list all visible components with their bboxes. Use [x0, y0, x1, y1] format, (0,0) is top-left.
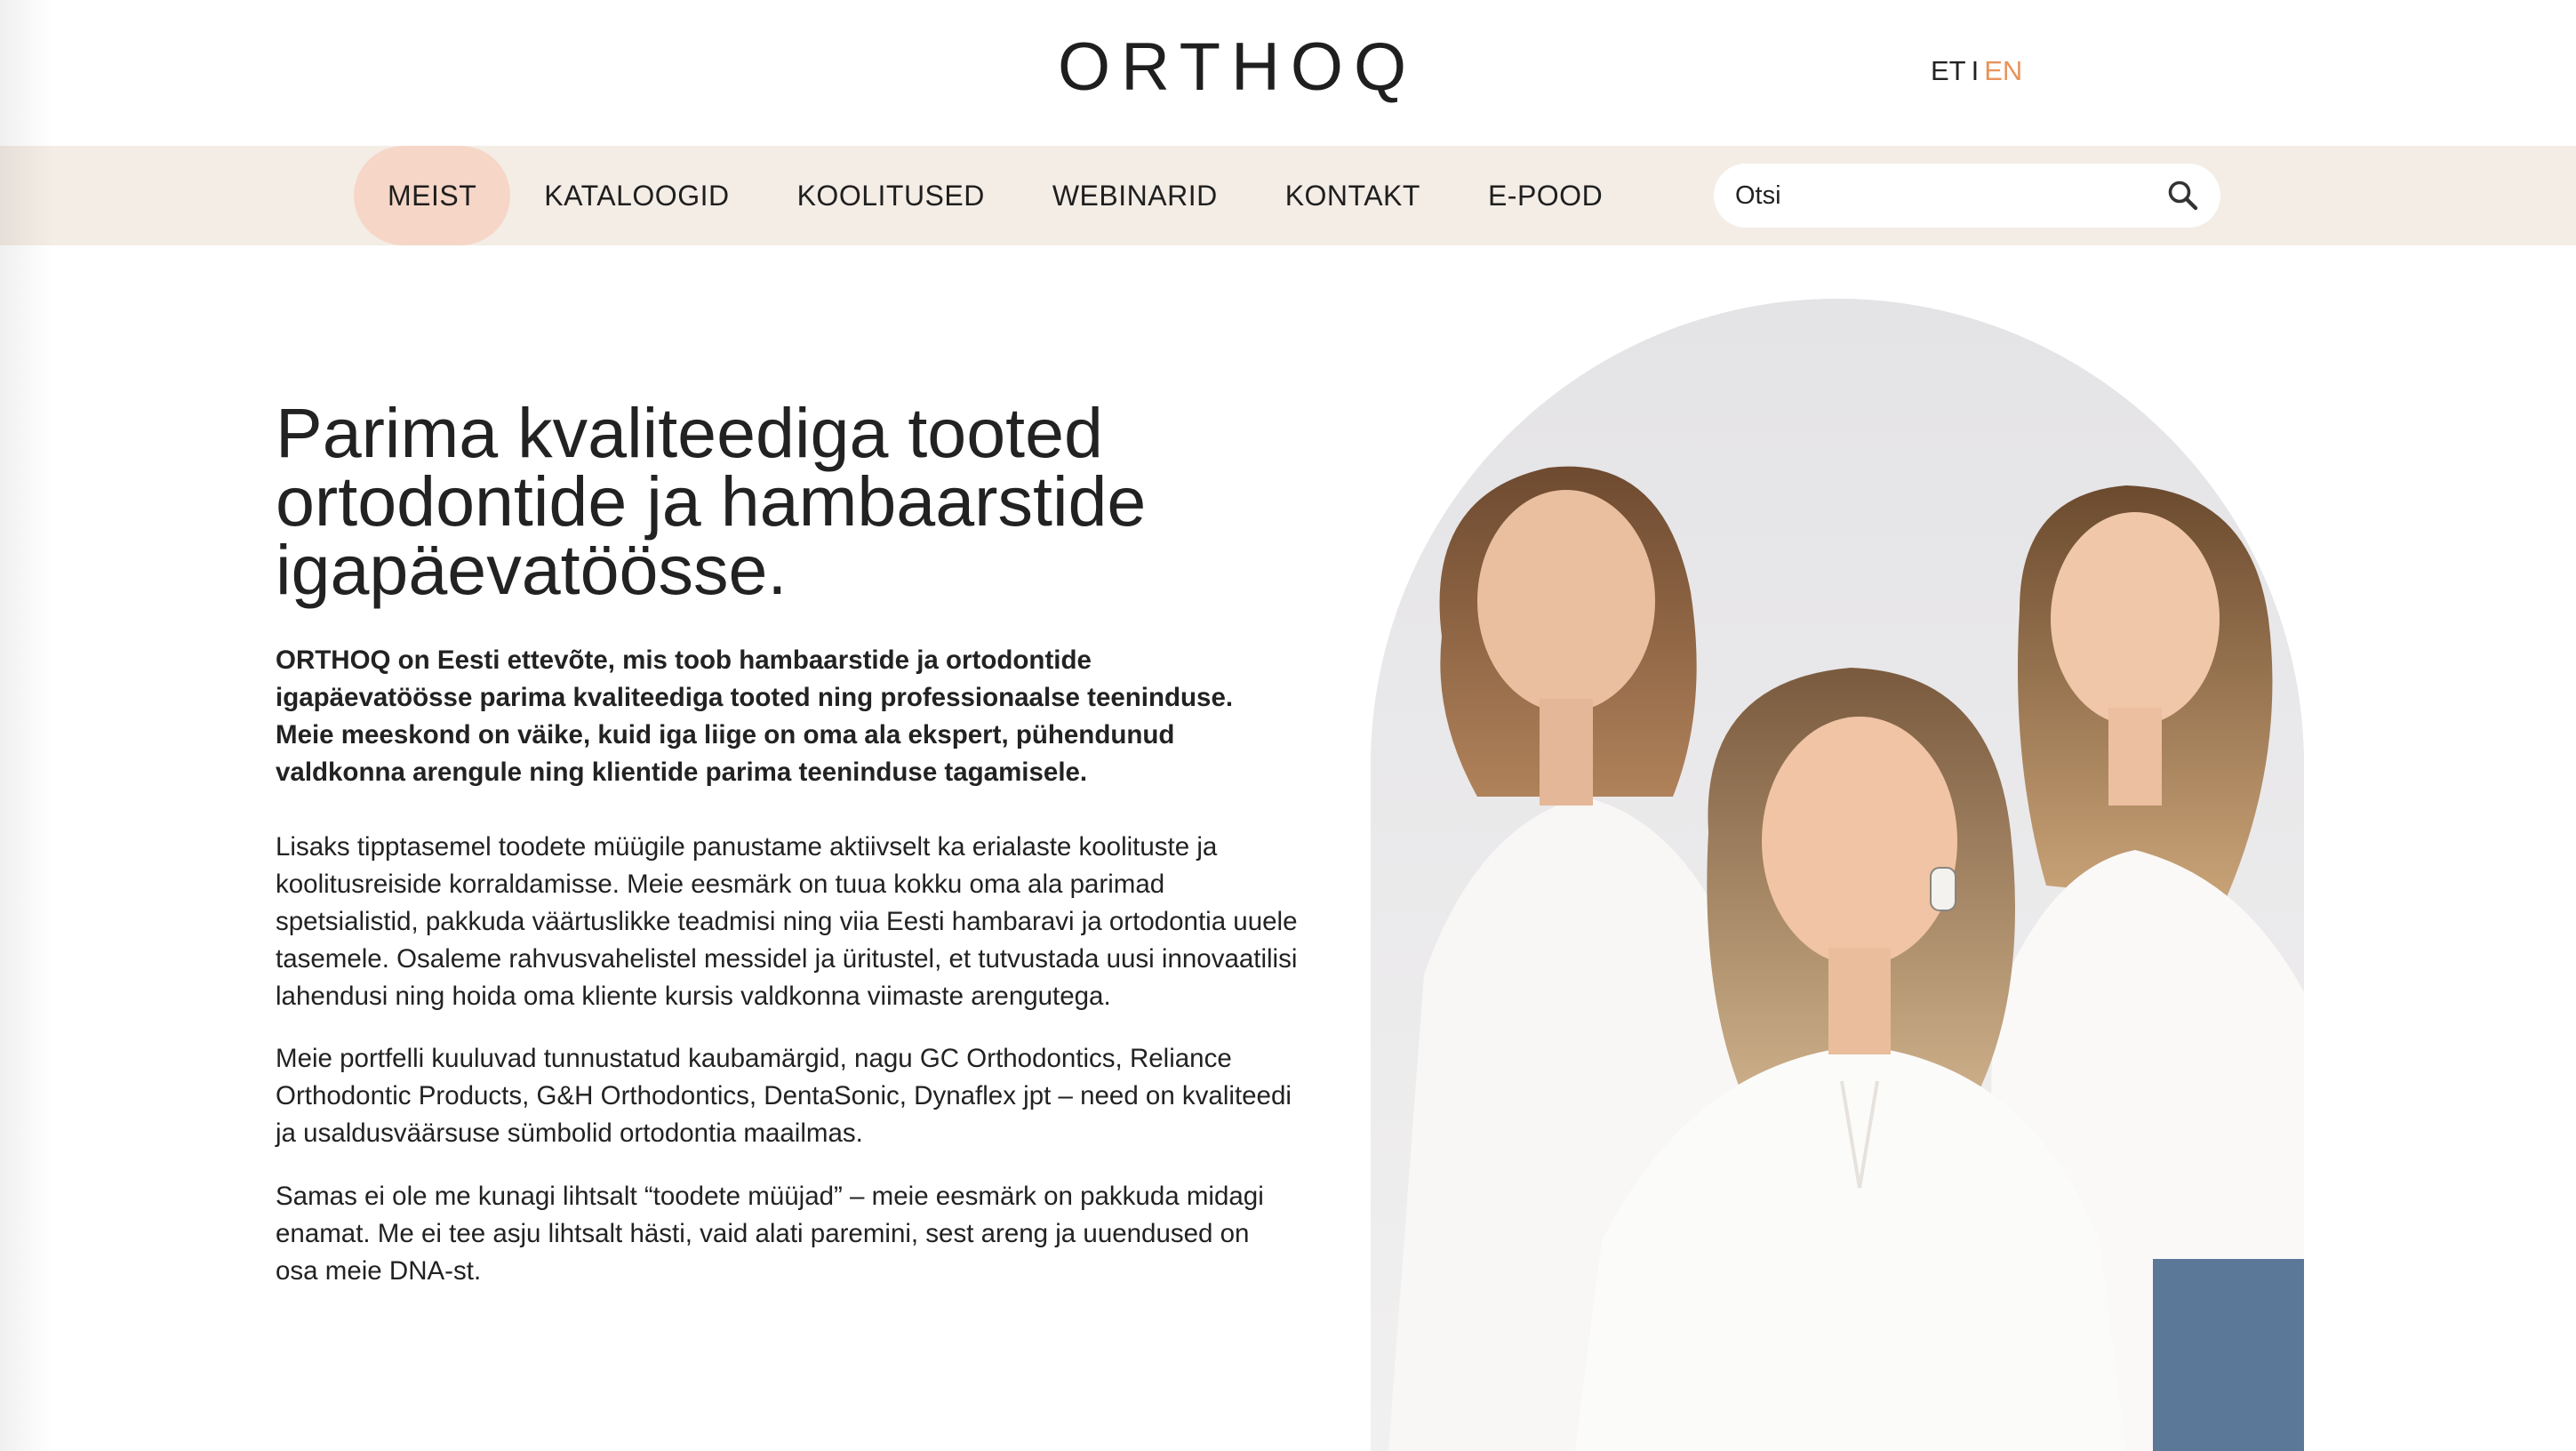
nav-item-webinarid[interactable]: WEBINARID — [1019, 146, 1252, 245]
orthoq-logo[interactable]: ORTHOQ — [1058, 32, 1413, 103]
main-navigation-bar: MEIST KATALOOGID KOOLITUSED WEBINARID KO… — [0, 146, 2576, 245]
team-photo — [1371, 299, 2304, 1451]
intro-paragraph: ORTHOQ on Eesti ettevõte, mis toob hamba… — [276, 645, 1234, 787]
nav-item-e-pood[interactable]: E-POOD — [1454, 146, 1636, 245]
team-photo-illustration — [1371, 299, 2304, 1451]
lang-et-link[interactable]: ET — [1931, 55, 1966, 86]
search-box — [1714, 164, 2220, 228]
nav-item-kataloogid[interactable]: KATALOOGID — [510, 146, 763, 245]
nav-item-kontakt[interactable]: KONTAKT — [1252, 146, 1454, 245]
site-header: ORTHOQ ET I EN — [0, 0, 2576, 146]
body-paragraph-1: Lisaks tipptasemel toodete müügile panus… — [276, 832, 1298, 1011]
page-headline: Parima kvaliteediga tooted ortodontide j… — [276, 393, 1147, 609]
body-paragraph-2: Meie portfelli kuuluvad tunnustatud kaub… — [276, 1044, 1292, 1148]
nav-item-meist[interactable]: MEIST — [354, 146, 511, 245]
lang-separator: I — [1971, 55, 1980, 86]
search-input[interactable] — [1735, 164, 2144, 228]
search-icon[interactable] — [2165, 178, 2201, 213]
language-switcher: ET I EN — [1931, 55, 2022, 87]
body-paragraph-3: Samas ei ole me kunagi lihtsalt “toodete… — [276, 1182, 1264, 1286]
nav-item-koolitused[interactable]: KOOLITUSED — [764, 146, 1019, 245]
main-menu: MEIST KATALOOGID KOOLITUSED WEBINARID KO… — [354, 146, 1636, 245]
lang-en-link[interactable]: EN — [1984, 55, 2022, 86]
